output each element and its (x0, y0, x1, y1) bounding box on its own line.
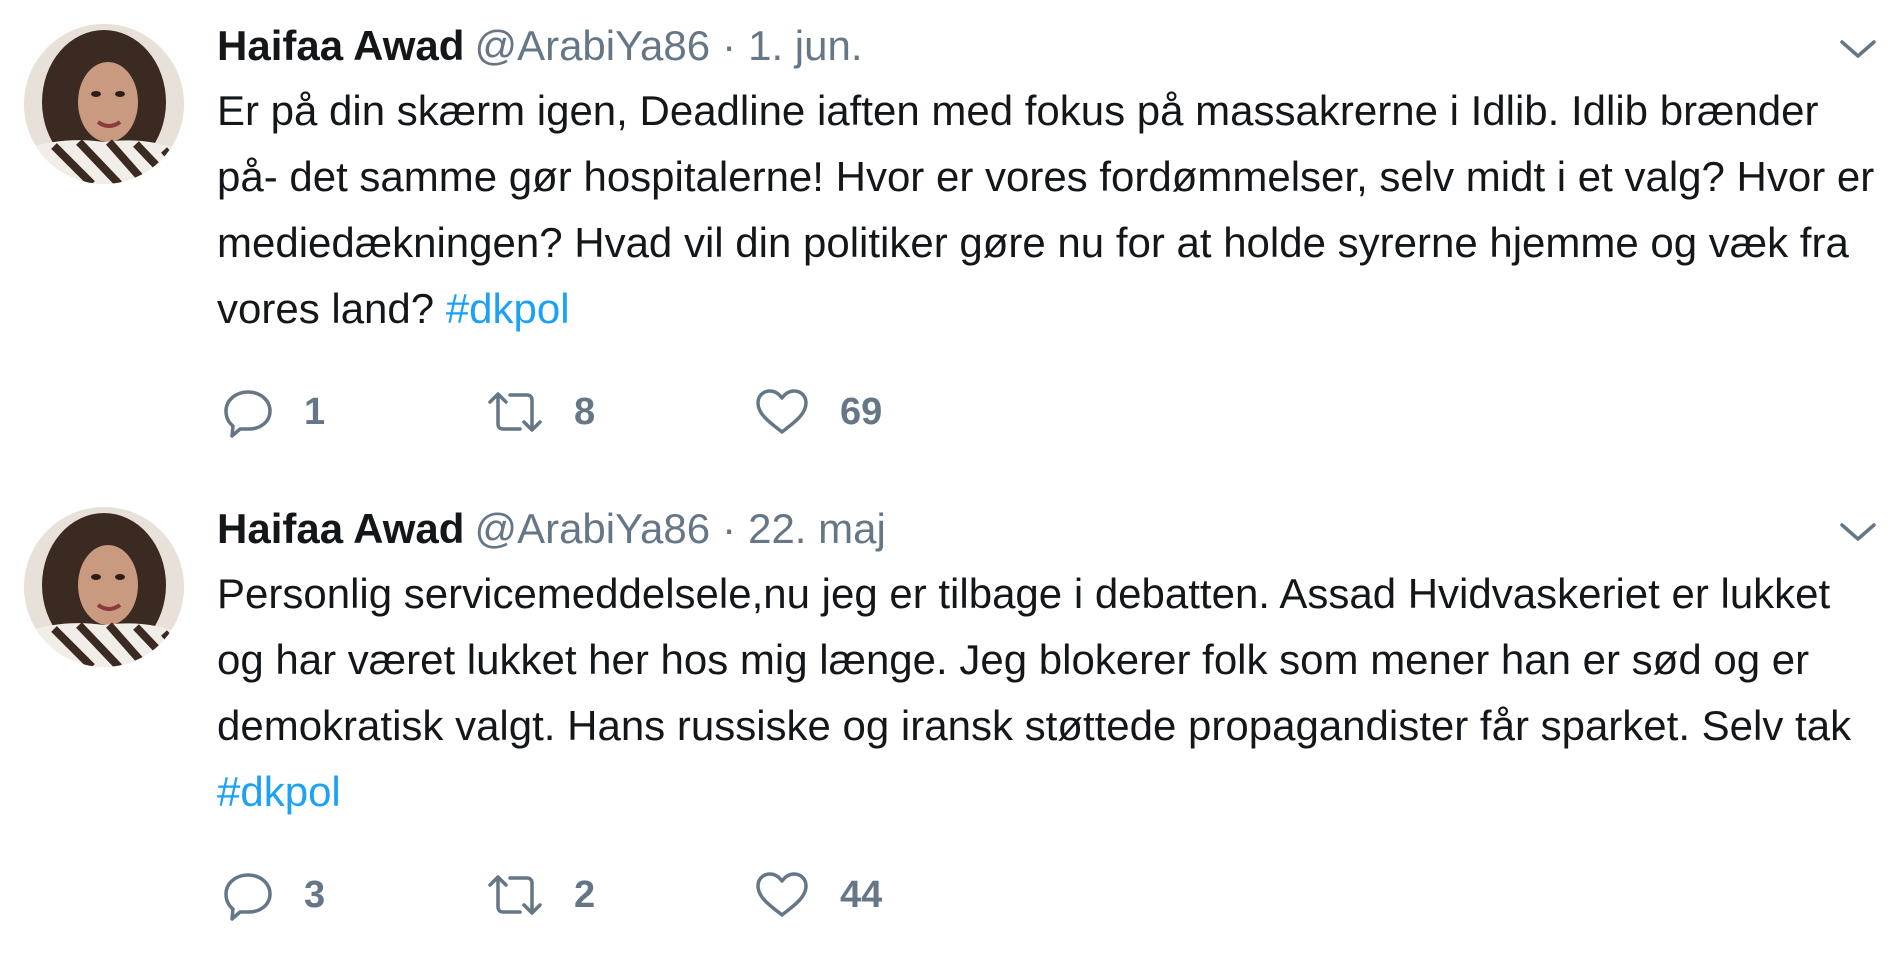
avatar[interactable] (24, 24, 184, 184)
heart-icon (754, 386, 810, 438)
tweet-actions: 1 8 69 (222, 382, 1022, 442)
more-options-button[interactable] (1836, 28, 1880, 72)
reply-count: 3 (304, 873, 326, 916)
author-name[interactable]: Haifaa Awad (217, 505, 464, 552)
tweet-header: Haifaa Awad @ArabiYa86 · 22. maj (217, 501, 886, 557)
author-name[interactable]: Haifaa Awad (217, 22, 464, 69)
more-options-button[interactable] (1836, 511, 1880, 555)
reply-button[interactable]: 1 (222, 382, 325, 442)
reply-count: 1 (304, 390, 326, 433)
hashtag-link[interactable]: #dkpol (446, 285, 570, 332)
tweet-date[interactable]: 22. maj (748, 505, 886, 552)
avatar-image (24, 507, 184, 667)
like-count: 44 (840, 873, 883, 916)
retweet-icon (486, 869, 544, 921)
tweet-header: Haifaa Awad @ArabiYa86 · 1. jun. (217, 18, 863, 74)
like-count: 69 (840, 390, 883, 433)
like-button[interactable]: 69 (754, 382, 882, 442)
like-button[interactable]: 44 (754, 865, 882, 925)
avatar[interactable] (24, 507, 184, 667)
tweet-body: Personlig servicemeddelsele,nu jeg er ti… (217, 570, 1852, 749)
tweet-date[interactable]: 1. jun. (748, 22, 862, 69)
author-handle[interactable]: @ArabiYa86 (474, 505, 710, 552)
chevron-down-icon (1840, 40, 1876, 58)
hashtag-link[interactable]: #dkpol (217, 768, 341, 815)
tweet[interactable]: Haifaa Awad @ArabiYa86 · 22. maj Personlig … (0, 483, 1902, 956)
author-handle[interactable]: @ArabiYa86 (474, 22, 710, 69)
tweet-text: Personlig servicemeddelsele,nu jeg er ti… (217, 561, 1887, 825)
tweet-actions: 3 2 44 (222, 865, 1022, 925)
tweet-text: Er på din skærm igen, Deadline iaften me… (217, 78, 1887, 342)
reply-button[interactable]: 3 (222, 865, 325, 925)
avatar-image (24, 24, 184, 184)
chevron-down-icon (1840, 523, 1876, 541)
retweet-icon (486, 386, 544, 438)
tweet[interactable]: Haifaa Awad @ArabiYa86 · 1. jun. Er på din … (0, 0, 1902, 473)
retweet-button[interactable]: 2 (486, 865, 595, 925)
reply-icon (222, 386, 274, 438)
heart-icon (754, 869, 810, 921)
retweet-count: 2 (574, 873, 596, 916)
separator-dot: · (722, 505, 737, 552)
retweet-count: 8 (574, 390, 596, 433)
separator-dot: · (722, 22, 737, 69)
reply-icon (222, 869, 274, 921)
retweet-button[interactable]: 8 (486, 382, 595, 442)
